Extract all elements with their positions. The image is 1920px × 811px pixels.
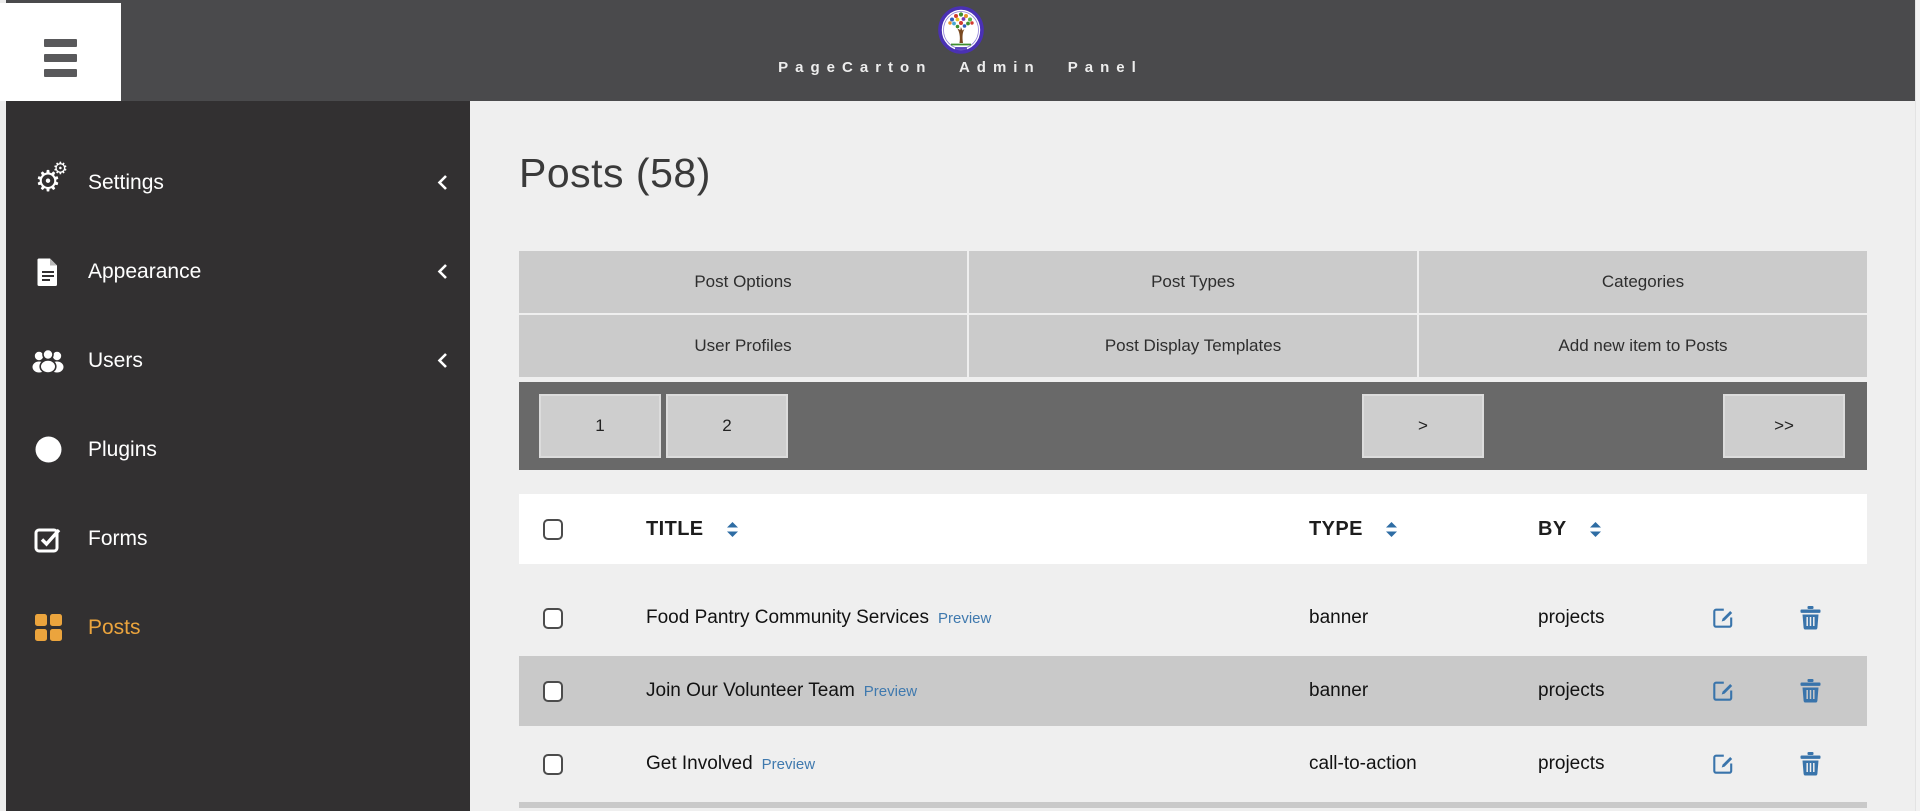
add-new-item-button[interactable]: Add new item to Posts <box>1419 315 1867 377</box>
post-options-button[interactable]: Post Options <box>519 251 967 313</box>
brand: PageCarton Admin Panel <box>6 6 1915 76</box>
check-square-icon <box>30 520 66 558</box>
page-2-button[interactable]: 2 <box>666 394 788 458</box>
table-row: Get Involved Preview call-to-action proje… <box>519 729 1867 802</box>
page-title: Posts (58) <box>519 153 1867 194</box>
sidebar-item-posts[interactable]: Posts <box>6 583 470 672</box>
column-header-type: TYPE <box>1309 518 1363 541</box>
post-by: projects <box>1538 680 1605 701</box>
row-checkbox[interactable] <box>543 681 563 702</box>
edit-icon <box>1711 606 1735 630</box>
post-display-templates-button[interactable]: Post Display Templates <box>969 315 1417 377</box>
edit-button[interactable] <box>1711 606 1735 630</box>
edit-button[interactable] <box>1711 679 1735 703</box>
sidebar-item-label: Settings <box>88 171 164 195</box>
sidebar-item-label: Users <box>88 349 143 373</box>
gears-icon: ⚙⚙ <box>30 164 66 202</box>
trash-icon <box>1800 752 1821 776</box>
sort-title-icon[interactable] <box>726 522 739 537</box>
sidebar-nav: ⚙⚙ Settings Appearance <box>6 101 470 811</box>
sidebar-item-label: Plugins <box>88 438 157 462</box>
chevron-left-icon <box>437 263 448 280</box>
page-1-button[interactable]: 1 <box>539 394 661 458</box>
chevron-left-icon <box>437 352 448 369</box>
sidebar-item-settings[interactable]: ⚙⚙ Settings <box>6 138 470 227</box>
sidebar-item-label: Appearance <box>88 260 201 284</box>
sidebar-item-users[interactable]: Users <box>6 316 470 405</box>
last-page-button[interactable]: >> <box>1723 394 1845 458</box>
sidebar-item-label: Posts <box>88 616 141 640</box>
post-title: Join Our Volunteer Team <box>646 680 855 701</box>
preview-link[interactable]: Preview <box>762 756 815 773</box>
delete-button[interactable] <box>1800 606 1821 630</box>
sort-by-icon[interactable] <box>1589 522 1602 537</box>
trash-icon <box>1800 679 1821 703</box>
admin-panel-page: PageCarton Admin Panel ⚙⚙ Settings <box>0 0 1920 811</box>
post-title: Food Pantry Community Services <box>646 607 929 628</box>
edit-icon <box>1711 752 1735 776</box>
select-all-checkbox[interactable] <box>543 519 563 540</box>
trash-icon <box>1800 606 1821 630</box>
column-header-title: TITLE <box>646 518 704 541</box>
users-icon <box>30 342 66 380</box>
row-checkbox[interactable] <box>543 754 563 775</box>
pagination-bar: 1 2 > >> <box>519 382 1867 470</box>
sidebar-item-label: Forms <box>88 527 148 551</box>
sidebar-item-appearance[interactable]: Appearance <box>6 227 470 316</box>
row-checkbox[interactable] <box>543 608 563 629</box>
preview-link[interactable]: Preview <box>938 610 991 627</box>
post-type: banner <box>1309 607 1368 628</box>
app-title: PageCarton Admin Panel <box>778 59 1143 76</box>
post-type: call-to-action <box>1309 753 1417 774</box>
vertical-scrollbar[interactable] <box>1915 0 1920 811</box>
chevron-left-icon <box>437 174 448 191</box>
table-row-partial <box>519 802 1867 808</box>
post-by: projects <box>1538 607 1605 628</box>
table-header-row: TITLE TYPE BY <box>519 494 1867 564</box>
column-header-by: BY <box>1538 518 1567 541</box>
table-row: Food Pantry Community Services Preview ba… <box>519 583 1867 656</box>
post-title: Get Involved <box>646 753 753 774</box>
sidebar-item-forms[interactable]: Forms <box>6 494 470 583</box>
posts-table: TITLE TYPE BY <box>519 494 1867 808</box>
post-by: projects <box>1538 753 1605 774</box>
sort-type-icon[interactable] <box>1385 522 1398 537</box>
document-icon <box>30 253 66 291</box>
hamburger-icon <box>44 39 77 101</box>
top-header: PageCarton Admin Panel <box>6 0 1915 101</box>
categories-button[interactable]: Categories <box>1419 251 1867 313</box>
post-actions-grid: Post Options Post Types Categories User … <box>519 251 1867 377</box>
delete-button[interactable] <box>1800 752 1821 776</box>
sidebar-toggle-button[interactable] <box>0 3 121 101</box>
table-row: Join Our Volunteer Team Preview banner pr… <box>519 656 1867 729</box>
tree-logo-icon <box>938 6 984 54</box>
grid-icon <box>30 609 66 647</box>
post-types-button[interactable]: Post Types <box>969 251 1417 313</box>
edit-icon <box>1711 679 1735 703</box>
next-page-button[interactable]: > <box>1362 394 1484 458</box>
edit-button[interactable] <box>1711 752 1735 776</box>
main-content: Posts (58) Post Options Post Types Categ… <box>470 101 1915 811</box>
user-profiles-button[interactable]: User Profiles <box>519 315 967 377</box>
circle-icon <box>30 431 66 469</box>
preview-link[interactable]: Preview <box>864 683 917 700</box>
sidebar-item-plugins[interactable]: Plugins <box>6 405 470 494</box>
post-type: banner <box>1309 680 1368 701</box>
delete-button[interactable] <box>1800 679 1821 703</box>
